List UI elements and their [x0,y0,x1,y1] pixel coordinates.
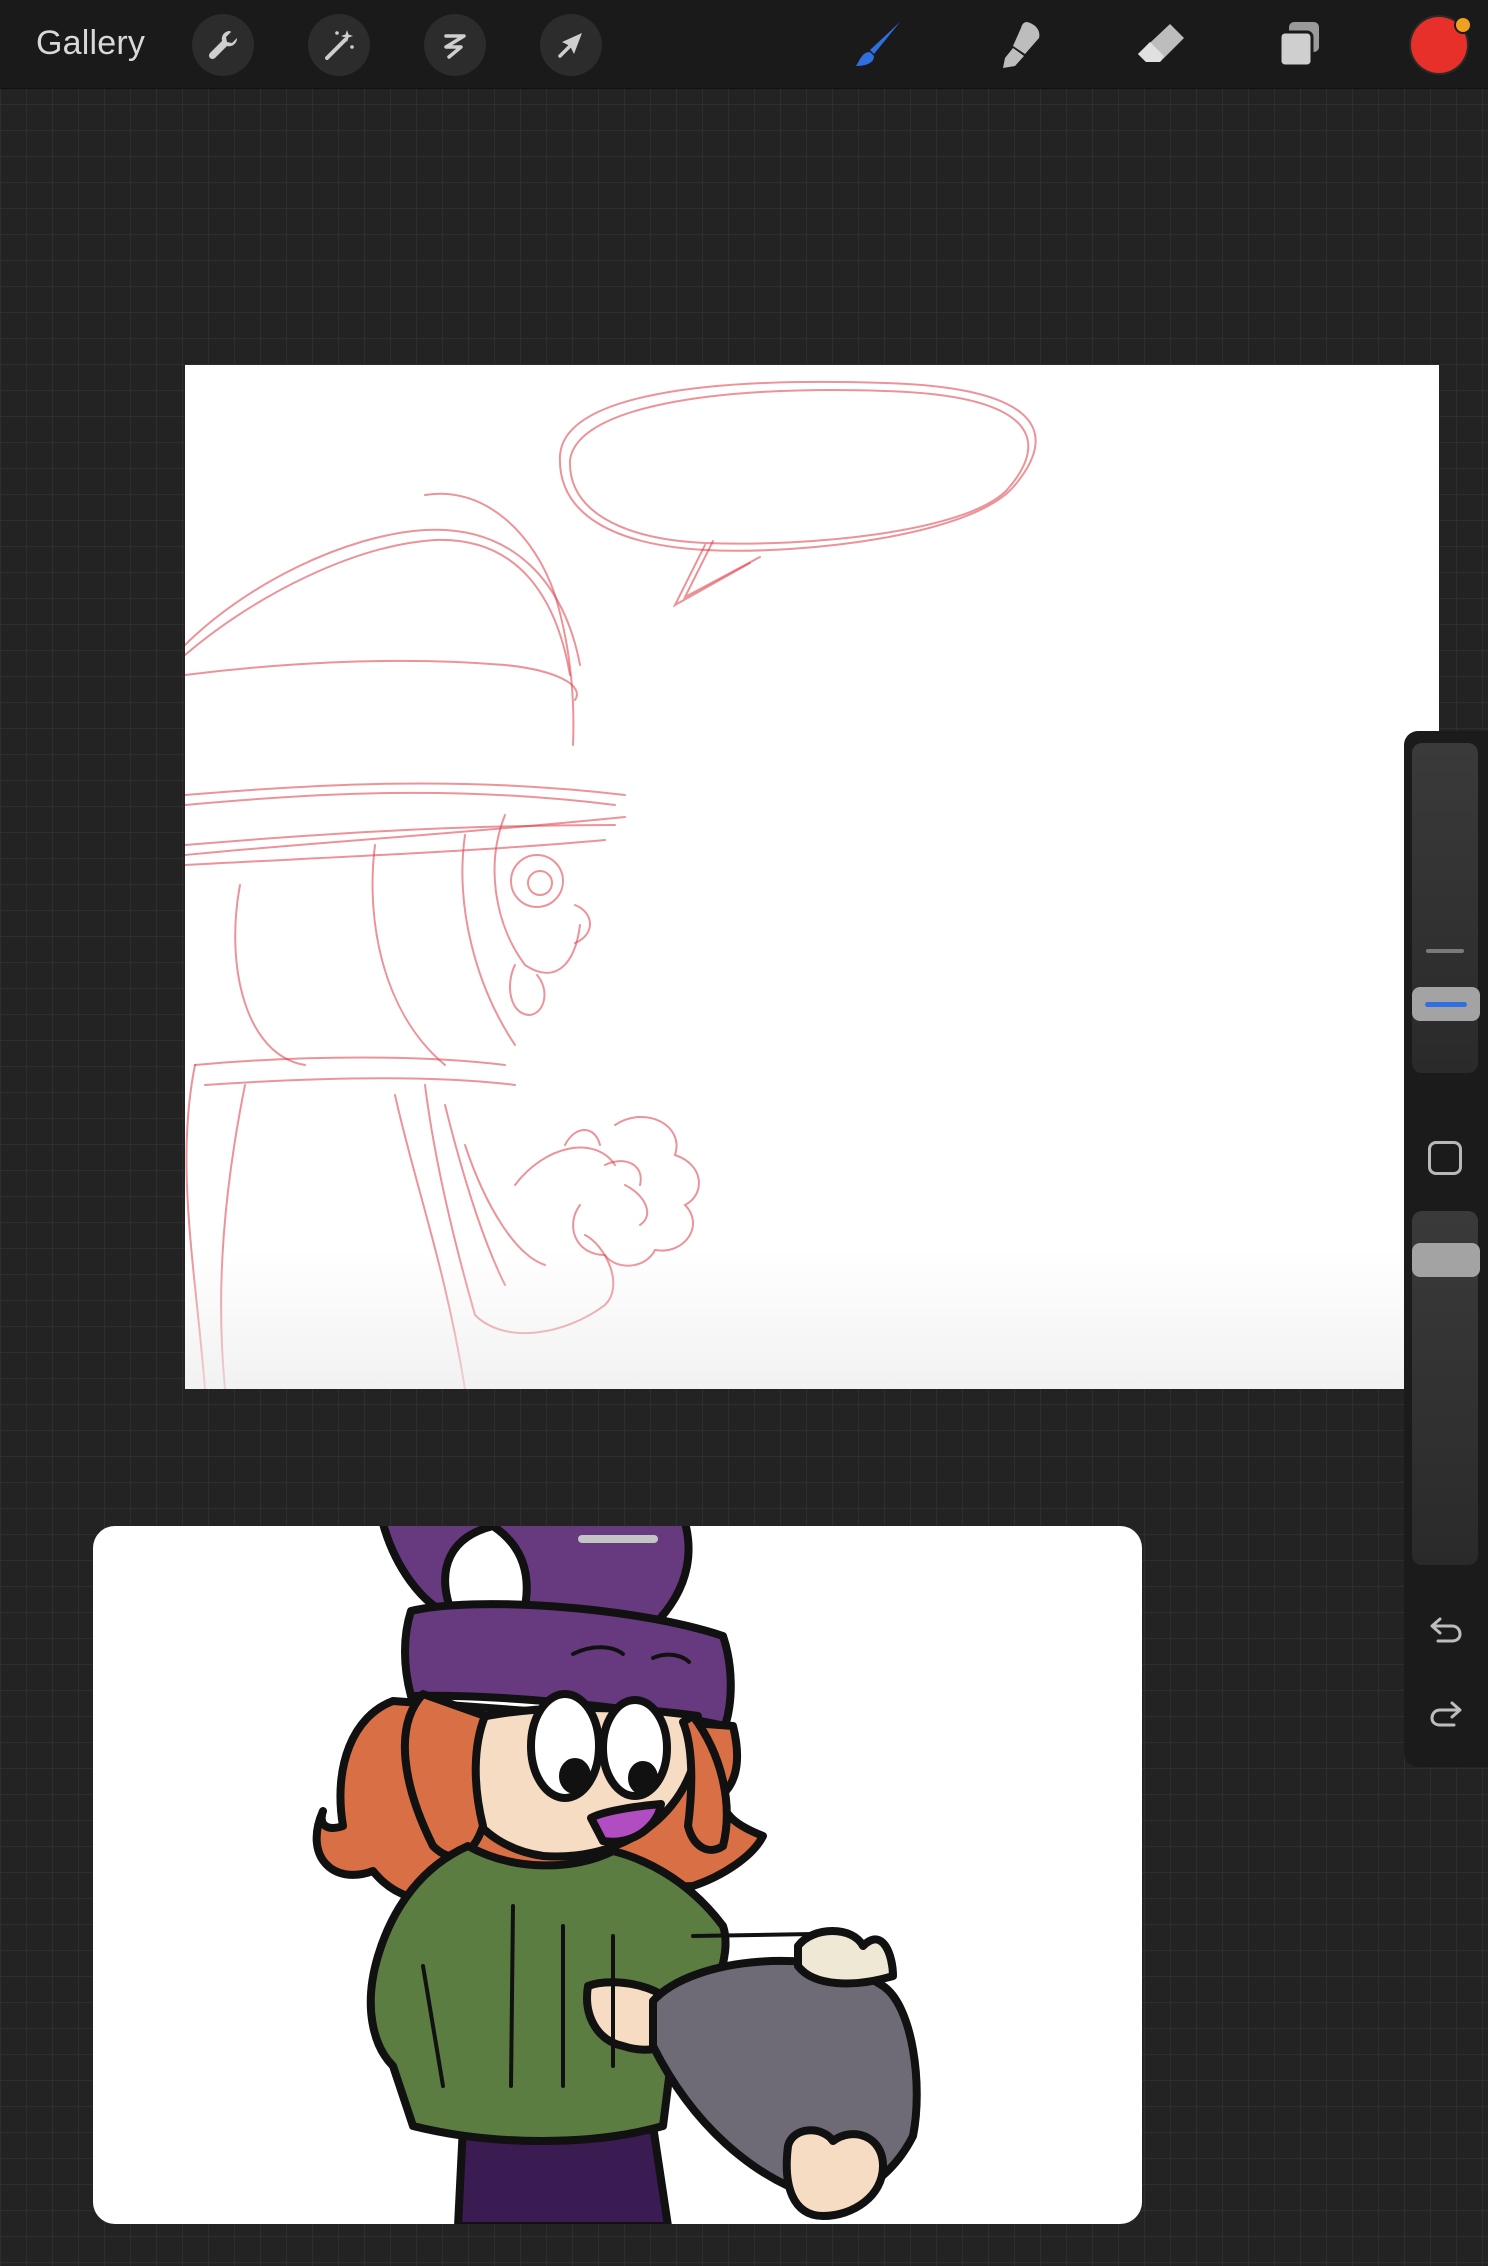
transform-arrow-icon [558,33,582,58]
redo-icon [1430,1701,1462,1727]
smudge-icon [1003,22,1040,68]
size-indicator [1425,1001,1467,1007]
top-toolbar: Gallery [0,0,1488,89]
transform-button[interactable] [540,14,602,76]
selection-icon [444,34,466,59]
brush-size-thumb[interactable] [1412,987,1480,1021]
magic-wand-icon [325,30,354,60]
redo-button[interactable] [1424,1693,1468,1733]
sidebar-controls [1404,731,1488,1767]
drawing-canvas[interactable] [185,365,1439,1389]
layers-icon [1278,22,1319,68]
reference-image [312,1526,921,2224]
adjustments-button[interactable] [308,14,370,76]
actions-button[interactable] [192,14,254,76]
wrench-icon [208,30,238,60]
brush-size-slider[interactable] [1412,743,1478,1073]
canvas-edge-shadow [185,1249,1439,1389]
color-indicator-badge [1454,16,1472,34]
layers-button[interactable] [1269,14,1331,76]
undo-icon [1430,1617,1462,1643]
slider-marker [1426,949,1464,953]
reference-window[interactable] [93,1526,1142,2224]
selection-button[interactable] [424,14,486,76]
gallery-button[interactable]: Gallery [36,20,145,66]
reference-grab-handle[interactable] [578,1535,658,1543]
modify-button[interactable] [1428,1141,1462,1175]
smudge-tool-button[interactable] [989,14,1051,76]
brush-icon [856,22,900,66]
opacity-thumb[interactable] [1412,1243,1480,1277]
sketch-image [185,380,1037,1389]
brush-tool-button[interactable] [848,14,910,76]
eraser-icon [1138,24,1184,62]
eraser-tool-button[interactable] [1130,14,1192,76]
undo-button[interactable] [1424,1609,1468,1649]
